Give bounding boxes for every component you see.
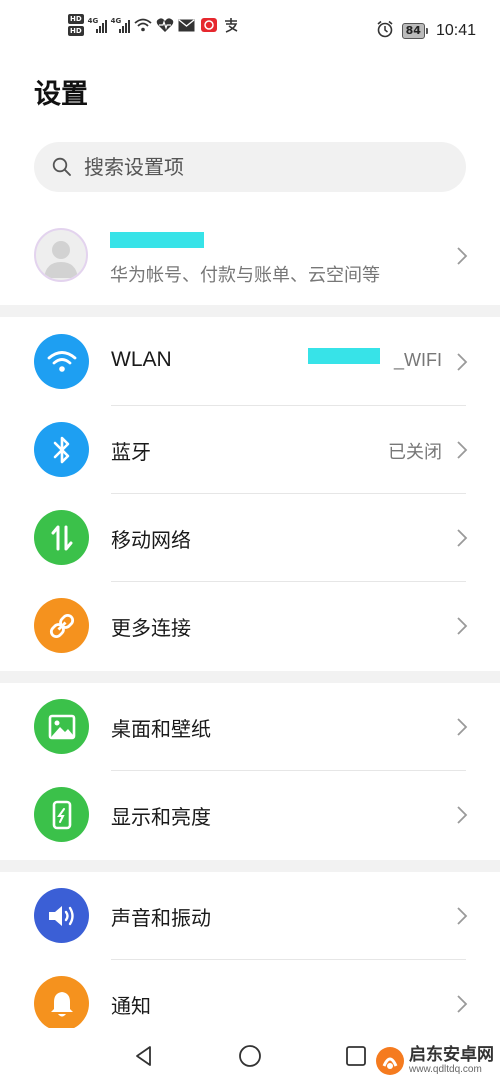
account-name-redacted	[110, 232, 204, 248]
mobile-data-icon	[34, 510, 89, 565]
search-icon	[52, 157, 71, 176]
home-button[interactable]	[236, 1042, 264, 1070]
signal-strength-icon: 4G	[88, 17, 107, 33]
signal-strength-icon: 4G	[111, 17, 130, 33]
chevron-right-icon	[457, 353, 468, 371]
chevron-right-icon	[457, 529, 468, 547]
network-type-label: 4G	[87, 17, 99, 25]
link-icon	[34, 598, 89, 653]
wifi-icon	[34, 334, 89, 389]
network-type-label: 4G	[110, 17, 122, 25]
bluetooth-status: 已关闭	[388, 442, 442, 462]
settings-item-label: 更多连接	[111, 616, 191, 640]
chevron-right-icon	[457, 995, 468, 1013]
battery-icon: 84	[401, 23, 428, 39]
hd-badges: HD HD	[68, 14, 84, 36]
status-icons-right: 84 10:41	[376, 20, 476, 42]
wifi-status-icon	[134, 17, 152, 33]
chevron-right-icon	[457, 806, 468, 824]
settings-item-bluetooth[interactable]: 蓝牙 已关闭	[0, 406, 500, 494]
battery-level: 84	[401, 23, 425, 39]
settings-item-label: 移动网络	[111, 528, 191, 552]
hd-badge: HD	[68, 26, 84, 36]
settings-item-label: 声音和振动	[111, 906, 211, 930]
chevron-right-icon	[457, 718, 468, 736]
wallpaper-icon	[34, 699, 89, 754]
health-heart-icon	[156, 17, 174, 33]
settings-item-label: 桌面和壁纸	[111, 717, 211, 741]
alipay-icon	[222, 17, 240, 33]
bluetooth-icon	[34, 422, 89, 477]
chevron-right-icon	[457, 247, 468, 265]
back-button[interactable]	[130, 1042, 158, 1070]
account-subtitle: 华为帐号、付款与账单、云空间等	[110, 265, 380, 286]
sound-icon	[34, 888, 89, 943]
search-input[interactable]	[84, 155, 424, 179]
page-title: 设置	[34, 79, 88, 110]
hd-badge: HD	[68, 14, 84, 24]
site-watermark: 启东安卓网 www.qdltdq.com	[375, 1046, 494, 1076]
watermark-title: 启东安卓网	[409, 1044, 494, 1065]
status-icons-left: HD HD 4G 4G	[68, 14, 240, 36]
settings-item-label: 显示和亮度	[111, 805, 211, 829]
search-bar[interactable]	[34, 142, 466, 192]
settings-item-label: WLAN	[111, 348, 172, 371]
display-icon	[34, 787, 89, 842]
settings-item-wlan[interactable]: WLAN _WIFI	[0, 318, 500, 406]
account-entry[interactable]: 华为帐号、付款与账单、云空间等	[0, 215, 500, 305]
watermark-url: www.qdltdq.com	[409, 1063, 482, 1075]
section-separator	[0, 671, 500, 683]
notification-bell-icon	[34, 976, 89, 1031]
settings-item-more-connections[interactable]: 更多连接	[0, 582, 500, 670]
settings-item-label: 蓝牙	[111, 440, 151, 464]
settings-item-mobile-network[interactable]: 移动网络	[0, 494, 500, 582]
watermark-logo-icon	[376, 1047, 404, 1075]
section-separator	[0, 305, 500, 317]
chevron-right-icon	[457, 617, 468, 635]
chevron-right-icon	[457, 441, 468, 459]
avatar	[34, 228, 88, 282]
mail-icon	[178, 17, 196, 33]
alarm-icon	[376, 20, 394, 42]
recents-button[interactable]	[342, 1042, 370, 1070]
user-avatar-icon	[44, 241, 78, 278]
chevron-right-icon	[457, 907, 468, 925]
recents-square-icon	[346, 1046, 366, 1066]
app-notification-icon	[200, 17, 218, 33]
status-bar: HD HD 4G 4G 84 10:41	[0, 0, 500, 58]
clock-time: 10:41	[435, 22, 476, 39]
back-triangle-icon	[136, 1046, 151, 1066]
home-circle-icon	[239, 1045, 261, 1067]
settings-item-display-brightness[interactable]: 显示和亮度	[0, 771, 500, 859]
wifi-name-redacted	[308, 348, 380, 364]
section-separator	[0, 860, 500, 872]
settings-item-label: 通知	[111, 994, 151, 1018]
settings-item-sound-vibration[interactable]: 声音和振动	[0, 872, 500, 960]
wifi-network-name: _WIFI	[394, 350, 442, 370]
settings-item-home-wallpaper[interactable]: 桌面和壁纸	[0, 683, 500, 771]
